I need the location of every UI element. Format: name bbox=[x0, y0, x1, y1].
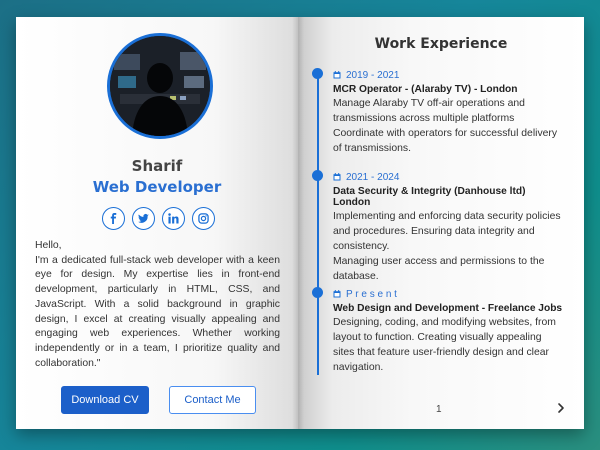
calendar-icon bbox=[333, 173, 341, 181]
book: Sharif Web Developer Hello, I'm a dedica… bbox=[16, 17, 584, 429]
work-entry-title: Data Security & Integrity (Danhouse ltd)… bbox=[333, 186, 526, 208]
timeline-line bbox=[317, 72, 319, 375]
timeline-dot bbox=[312, 287, 323, 298]
work-entry: P r e s e n t Web Design and Development… bbox=[333, 287, 565, 375]
page-number: 1 bbox=[436, 404, 442, 415]
facebook-link[interactable] bbox=[102, 207, 125, 230]
bio-text: I'm a dedicated full-stack web developer… bbox=[35, 254, 280, 369]
calendar-icon bbox=[333, 71, 341, 79]
book-spine bbox=[292, 17, 304, 429]
linkedin-link[interactable] bbox=[162, 207, 185, 230]
twitter-link[interactable] bbox=[132, 207, 155, 230]
work-entry: 2019 - 2021 MCR Operator - (Alaraby TV) … bbox=[333, 68, 565, 156]
twitter-icon bbox=[138, 213, 149, 223]
contact-me-button[interactable]: Contact Me bbox=[169, 386, 256, 414]
work-entry-description: Designing, coding, and modifying website… bbox=[333, 315, 565, 375]
work-entry-line: Managing user access and permissions to … bbox=[333, 256, 545, 282]
instagram-icon bbox=[198, 213, 209, 224]
facebook-icon bbox=[110, 213, 117, 224]
profile-bio: Hello, I'm a dedicated full-stack web de… bbox=[35, 239, 280, 371]
work-entry: 2021 - 2024 Data Security & Integrity (D… bbox=[333, 170, 565, 284]
work-entry-line: Implementing and enforcing data security… bbox=[333, 211, 561, 252]
work-entry-description: Implementing and enforcing data security… bbox=[333, 209, 565, 284]
profile-name: Sharif bbox=[131, 157, 183, 175]
work-entry-date: 2019 - 2021 bbox=[333, 68, 565, 82]
work-entry-date-text: P r e s e n t bbox=[346, 288, 397, 300]
timeline-dot bbox=[312, 68, 323, 79]
work-entry-line: Manage Alaraby TV off-air operations and… bbox=[333, 98, 525, 124]
linkedin-icon bbox=[168, 213, 179, 224]
calendar-icon bbox=[333, 290, 341, 298]
timeline-dot bbox=[312, 170, 323, 181]
profile-role: Web Developer bbox=[92, 178, 222, 196]
avatar bbox=[107, 33, 213, 139]
work-entry-title: Web Design and Development - Freelance J… bbox=[333, 303, 563, 314]
work-entry-line: Designing, coding, and modifying website… bbox=[333, 317, 556, 373]
work-experience-title: Work Experience bbox=[374, 36, 508, 52]
work-entry-title: MCR Operator - (Alaraby TV) - London bbox=[333, 84, 518, 95]
instagram-link[interactable] bbox=[192, 207, 215, 230]
social-links bbox=[102, 207, 215, 231]
work-entry-date-text: 2021 - 2024 bbox=[346, 171, 400, 183]
work-entry-date: 2021 - 2024 bbox=[333, 170, 565, 184]
work-entry-description: Manage Alaraby TV off-air operations and… bbox=[333, 96, 565, 156]
chevron-right-icon[interactable] bbox=[554, 401, 568, 415]
work-entry-date-text: 2019 - 2021 bbox=[346, 69, 400, 81]
bio-greeting: Hello, bbox=[35, 240, 62, 251]
work-entry-line: Coordinate with operators for successful… bbox=[333, 128, 558, 154]
download-cv-button[interactable]: Download CV bbox=[61, 386, 149, 414]
work-entry-date: P r e s e n t bbox=[333, 287, 565, 301]
profile-photo bbox=[110, 36, 210, 136]
